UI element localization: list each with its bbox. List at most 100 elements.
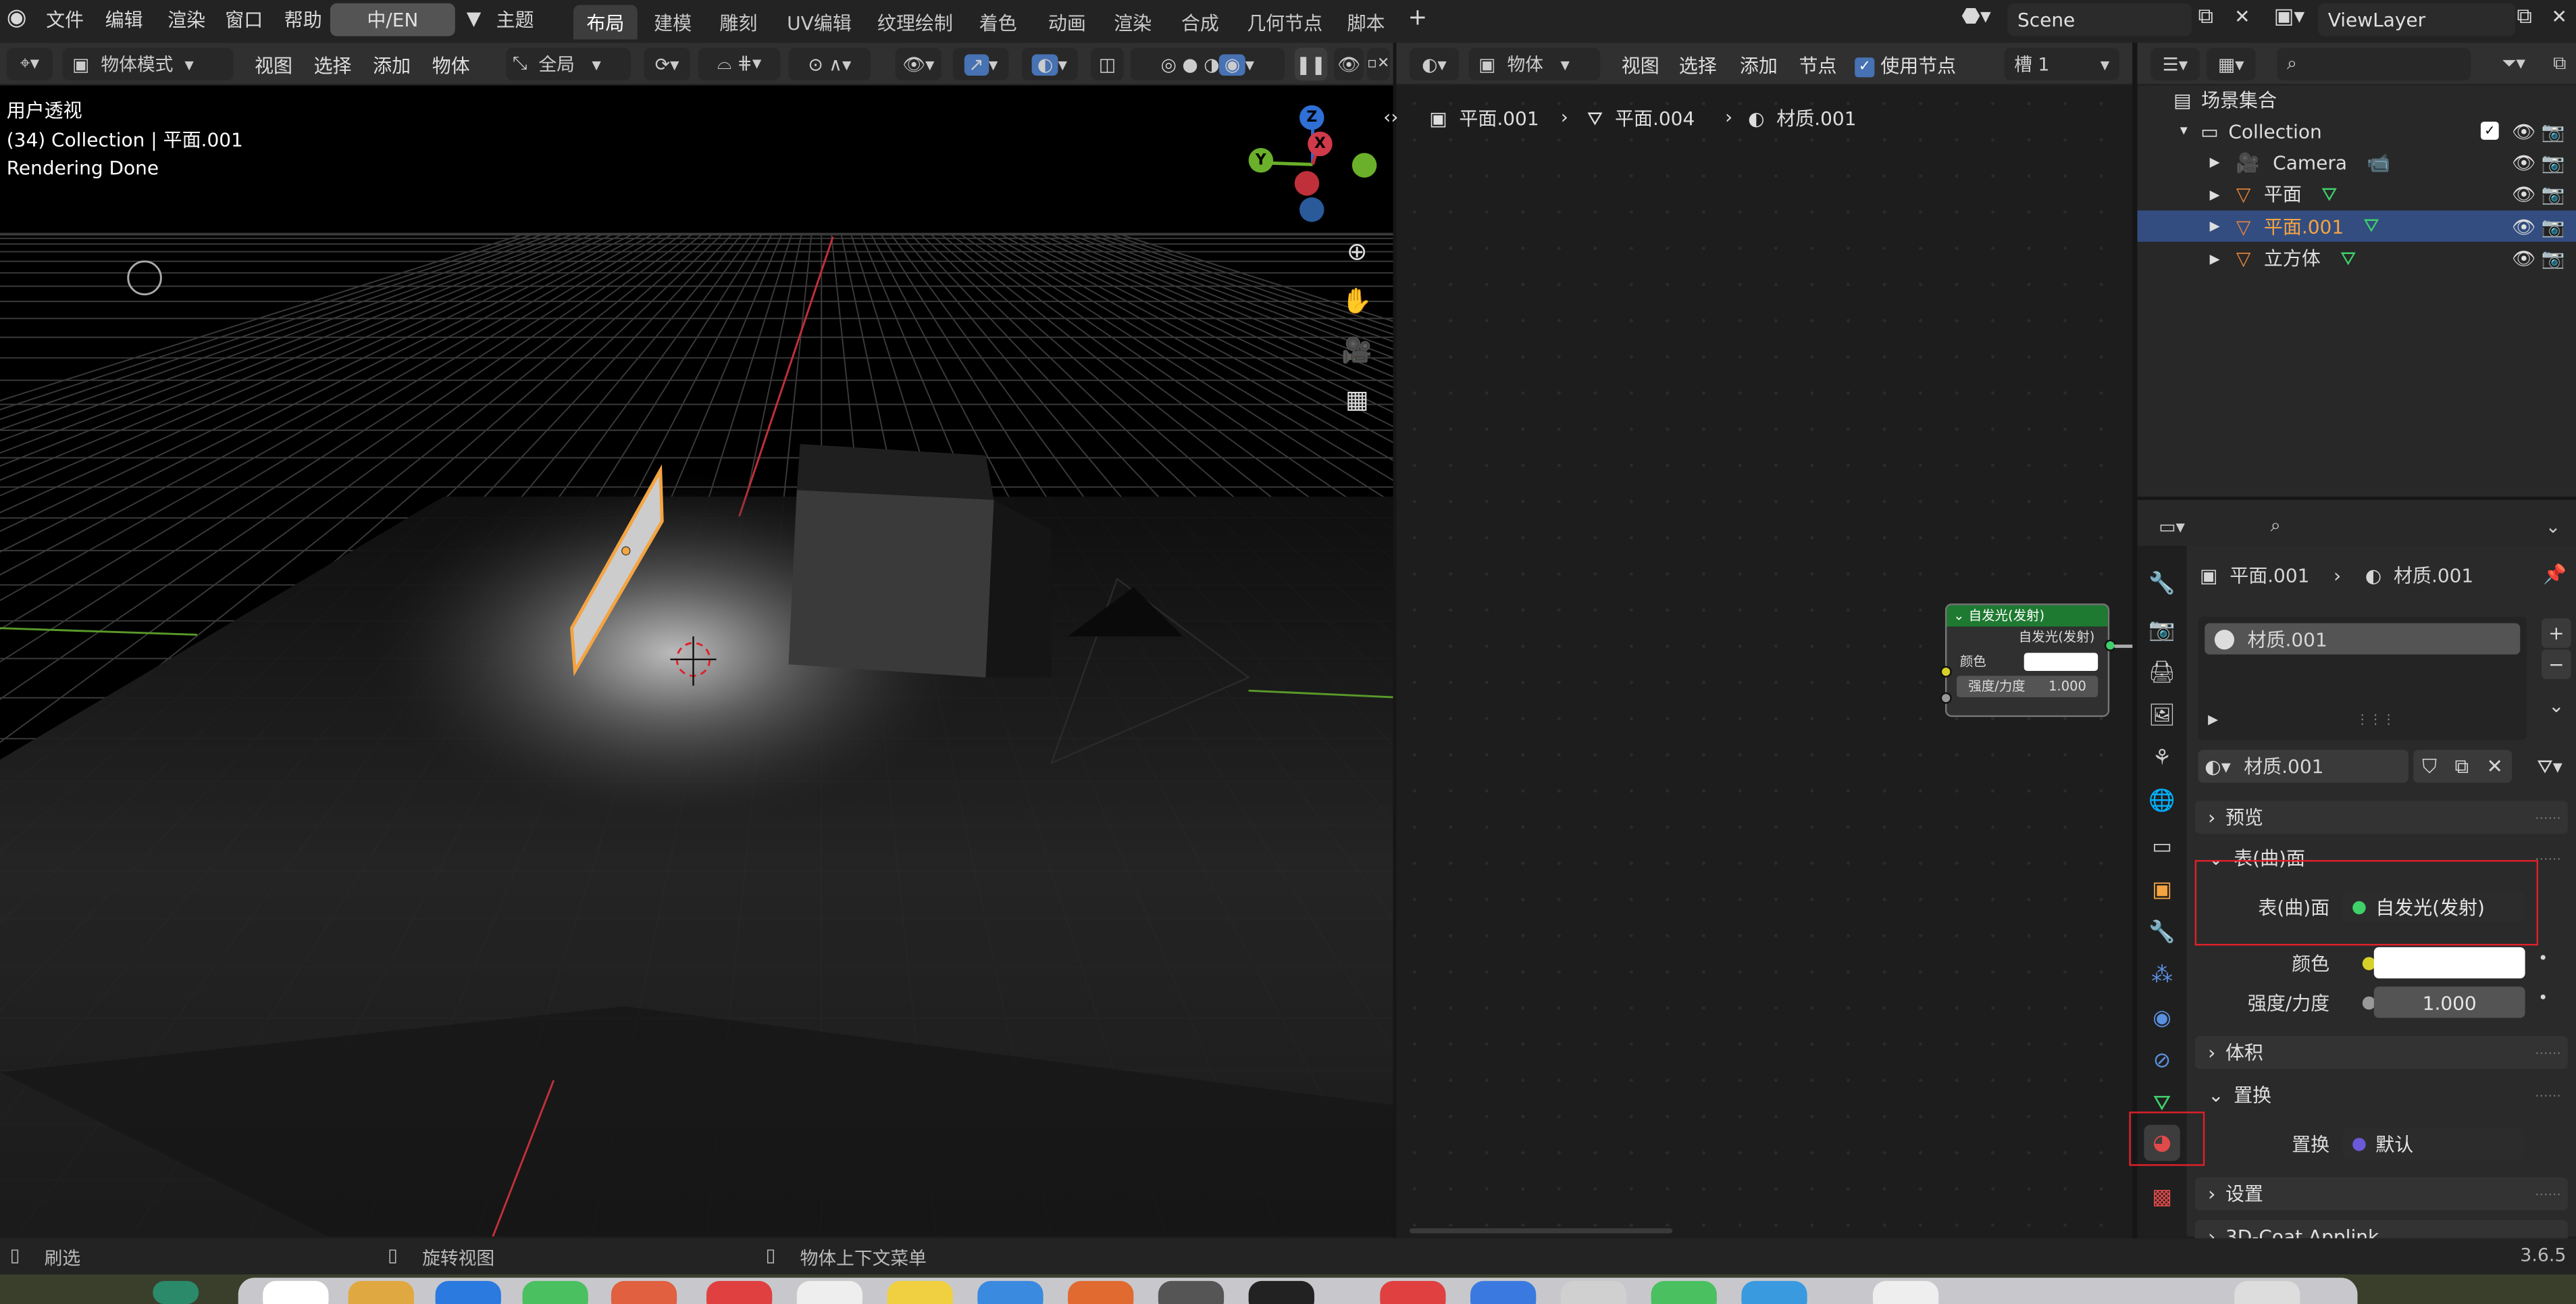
visibility-eye-icon[interactable]: 👁 [2512, 215, 2536, 238]
dock-app-icon[interactable] [1068, 1280, 1134, 1304]
expand-arrow-icon[interactable]: ▶ [2210, 155, 2220, 170]
object-mode-dropdown[interactable]: ▣ 物体模式 ▾ [62, 47, 234, 81]
dock-app-icon[interactable] [796, 1280, 863, 1304]
dock-app-icon[interactable] [1741, 1280, 1807, 1304]
exclude-checkbox[interactable]: ✓ [2480, 122, 2499, 140]
render-camera-icon[interactable]: 📷 [2542, 247, 2565, 270]
texture-tab-icon[interactable]: ▩ [2144, 1179, 2180, 1215]
node-menu-node[interactable]: 节点 [1799, 53, 1836, 79]
dock-photos-icon[interactable] [611, 1280, 677, 1304]
scene-name-field[interactable]: Scene [2007, 3, 2192, 36]
render-tab-icon[interactable]: 📷 [2144, 611, 2180, 648]
fake-user-icon[interactable]: ⛉ [2422, 754, 2437, 779]
pan-hand-icon[interactable]: ✋ [1339, 283, 1375, 320]
dock-app-icon[interactable] [1470, 1280, 1537, 1304]
snap-icon[interactable]: ⌓ ⋕▾ [698, 47, 781, 81]
view-layer-icon[interactable]: ▣▾ [2273, 5, 2304, 30]
menu-render[interactable]: 渲染 [168, 7, 205, 33]
render-camera-icon[interactable]: 📷 [2542, 182, 2565, 205]
dock-maps-icon[interactable] [522, 1280, 588, 1304]
section-preview[interactable]: › 预览 ⋯⋯ [2194, 801, 2568, 834]
tab-compositing[interactable]: 合成 [1168, 5, 1232, 39]
node-editor-type-icon[interactable]: ◐▾ [1409, 47, 1459, 81]
node-color-swatch[interactable] [2024, 652, 2098, 670]
slot-expand-icon[interactable]: ▶ [2208, 712, 2218, 727]
section-settings[interactable]: › 设置 ⋯⋯ [2194, 1177, 2568, 1211]
gizmo-neg-y[interactable] [1351, 153, 1377, 178]
menu-edit[interactable]: 编辑 [105, 7, 143, 33]
collapse-icon[interactable]: ‹› [1383, 105, 1398, 128]
keyframe-dot-icon[interactable]: • [2538, 951, 2548, 969]
dock-trash-icon[interactable] [2234, 1280, 2300, 1304]
dock-calendar-icon[interactable] [706, 1280, 773, 1304]
scene-tab-icon[interactable]: ⚘ [2144, 740, 2180, 776]
render-camera-icon[interactable]: 📷 [2542, 215, 2565, 238]
gizmo-x-axis[interactable]: X [1308, 131, 1333, 157]
node-object-dropdown[interactable]: ▣ 物体 ▾ [1468, 47, 1601, 81]
new-scene-icon[interactable]: ⧉ [2198, 5, 2214, 30]
node-menu-view[interactable]: 视图 [1622, 53, 1659, 79]
proportional-edit-icon[interactable]: ⊙ ∧▾ [788, 47, 871, 81]
outliner-editor-type-icon[interactable]: ☰▾ [2150, 47, 2200, 81]
collection-row[interactable]: ▾ ▭ Collection ✓ 👁 📷 [2138, 115, 2576, 146]
modifiers-tab-icon[interactable]: 🔧 [2144, 914, 2180, 951]
mesh-data-icon[interactable]: ⛛ [2340, 246, 2356, 271]
viewport-menu-object[interactable]: 物体 [432, 53, 470, 79]
view-layer-tab-icon[interactable]: 🖼 [2144, 697, 2180, 734]
horizontal-scrollbar[interactable] [1409, 1228, 1673, 1234]
dock-app-icon[interactable] [1560, 1280, 1627, 1304]
pivot-point-icon[interactable]: ⟳▾ [644, 47, 690, 81]
tab-uv-editing[interactable]: UV编辑 [774, 5, 865, 39]
theme-dropdown-arrow-icon[interactable]: ▼ [467, 7, 482, 30]
camera-view-icon[interactable]: 🎥 [1339, 332, 1375, 369]
expand-arrow-icon[interactable]: ▶ [2210, 219, 2220, 234]
world-tab-icon[interactable]: 🌐 [2144, 782, 2180, 819]
expand-arrow-icon[interactable]: ▾ [2180, 122, 2188, 139]
shading-mode-group[interactable]: ◎ ● ◑ ◉ ▾ [1130, 47, 1285, 81]
dock-downloads-icon[interactable] [1872, 1280, 1939, 1304]
close-viewport-icon[interactable]: ▫✕ [1366, 47, 1390, 81]
section-volume[interactable]: › 体积 ⋯⋯ [2194, 1036, 2568, 1069]
properties-editor-type-icon[interactable]: ▭▾ [2147, 509, 2197, 543]
blender-logo-icon[interactable]: ◉ [7, 5, 27, 31]
scene-icon[interactable]: ⬣▾ [1961, 5, 1990, 30]
dock-finder-icon[interactable] [263, 1280, 329, 1304]
emission-strength-field[interactable]: 1.000 [2373, 986, 2525, 1018]
delete-view-layer-icon[interactable]: ✕ [2552, 5, 2567, 28]
visibility-icon[interactable]: 👁▾ [895, 47, 942, 81]
gizmo-y-axis[interactable]: Y [1248, 148, 1274, 173]
viewport-menu-view[interactable]: 视图 [255, 53, 292, 79]
link-type-icon[interactable]: ⛛▾ [2527, 750, 2573, 783]
dock-app-icon[interactable] [977, 1280, 1044, 1304]
strength-input-socket[interactable] [1940, 692, 1952, 704]
particles-tab-icon[interactable]: ⁂ [2144, 957, 2180, 993]
visibility-eye-icon[interactable]: 👁 [2512, 247, 2536, 270]
tab-animation[interactable]: 动画 [1035, 5, 1099, 39]
outliner-item-row[interactable]: ▶ 🎥 Camera 📹 👁 📷 [2138, 147, 2576, 178]
dock-terminal-icon[interactable] [1248, 1280, 1314, 1304]
dock-app-icon[interactable] [1158, 1280, 1225, 1304]
viewport-menu-select[interactable]: 选择 [314, 53, 352, 79]
mesh-data-icon[interactable]: ⛛ [2321, 182, 2338, 207]
render-camera-icon[interactable]: 📷 [2542, 151, 2565, 174]
visibility-eye-icon[interactable]: 👁 [2512, 151, 2536, 174]
expand-arrow-icon[interactable]: ▶ [2210, 251, 2220, 266]
outliner-item-row[interactable]: ▶ ▽ 平面 ⛛ 👁 📷 [2138, 178, 2576, 209]
tab-sculpting[interactable]: 雕刻 [706, 5, 771, 39]
area-divider[interactable] [2132, 43, 2138, 1238]
gizmo-neg-z[interactable] [1299, 197, 1324, 222]
slot-specials-icon[interactable]: ⌄ [2542, 691, 2571, 720]
tab-modeling[interactable]: 建模 [641, 5, 705, 39]
properties-search-input[interactable]: ⌕ [2260, 509, 2450, 543]
material-browse-icon[interactable]: ◐▾ [2205, 755, 2230, 778]
menu-help[interactable]: 帮助 [284, 7, 322, 33]
dock-messages-icon[interactable] [1651, 1280, 1717, 1304]
breadcrumb-object[interactable]: ▣ 平面.001 [1429, 105, 1539, 132]
dock-app-icon[interactable] [1380, 1280, 1446, 1304]
menu-file[interactable]: 文件 [46, 7, 84, 33]
material-slot-list[interactable]: 材质.001 ▶ ⋮⋮⋮ [2198, 616, 2527, 741]
gizmo-toggle-icon[interactable]: ↗ ▾ [952, 47, 1009, 81]
visibility-eye-icon[interactable]: 👁 [2512, 119, 2536, 142]
mesh-data-icon[interactable]: ⛛ [2363, 214, 2379, 239]
output-tab-icon[interactable]: 🖨 [2144, 655, 2180, 691]
